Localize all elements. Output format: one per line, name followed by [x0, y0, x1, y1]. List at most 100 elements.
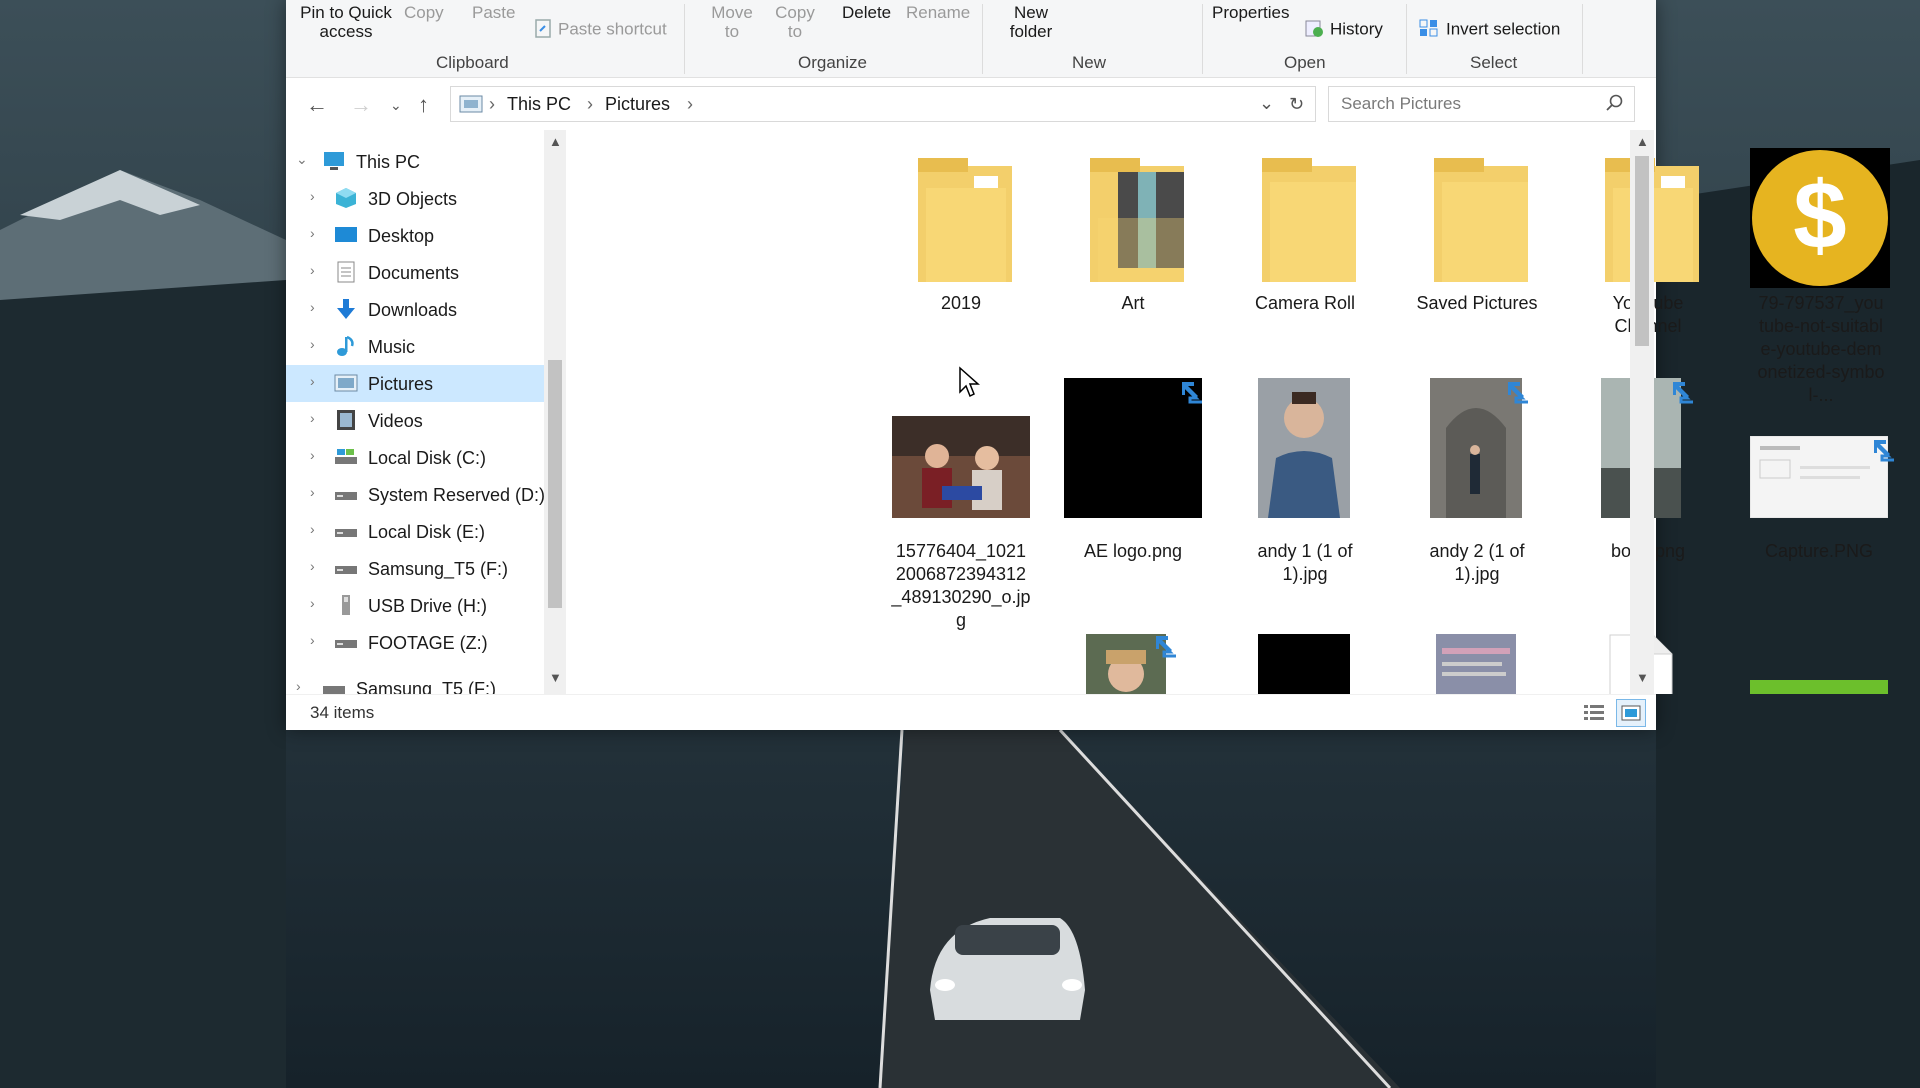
sidebar-item-label: Samsung_T5 (F:): [356, 679, 497, 694]
folder-icon: [1090, 158, 1184, 282]
sidebar-item-label: Samsung_T5 (F:): [368, 559, 509, 579]
back-arrow-icon[interactable]: ←: [306, 92, 328, 118]
chevron-right-icon[interactable]: ›: [310, 225, 315, 241]
chevron-right-icon[interactable]: ›: [310, 188, 315, 204]
file-explorer-window: Pin to Quick access Copy Paste Paste sho…: [286, 0, 1894, 730]
green-image-thumbnail: [1750, 680, 1888, 694]
sidebar-item-documents[interactable]: › Documents: [286, 254, 544, 291]
sidebar-item-desktop[interactable]: › Desktop: [286, 217, 544, 254]
chevron-right-icon[interactable]: ›: [310, 262, 315, 278]
paste-shortcut-label: Paste shortcut: [558, 19, 667, 39]
file-item-label: andy 1 (1 of 1).jpg: [1257, 541, 1353, 584]
sidebar-item-usb-drive-h[interactable]: › USB Drive (H:): [286, 587, 544, 624]
forward-arrow-icon[interactable]: →: [350, 92, 372, 118]
chevron-right-icon[interactable]: ›: [310, 484, 315, 500]
file-item-label: Saved Pictures: [1416, 293, 1538, 313]
breadcrumb-this-pc[interactable]: This PC: [507, 94, 571, 115]
scrollbar-thumb[interactable]: [548, 360, 562, 608]
chevron-right-icon[interactable]: ›: [310, 410, 315, 426]
chevron-right-icon[interactable]: ›: [310, 299, 315, 315]
download-icon: [334, 298, 358, 320]
sidebar-item-label: Local Disk (C:): [368, 448, 487, 468]
invert-selection-icon: [1418, 18, 1440, 42]
address-dropdown-chevron-icon[interactable]: ⌄: [1259, 93, 1274, 114]
recent-locations-chevron-icon[interactable]: ⌄: [390, 97, 402, 114]
sidebar-item-system-reserved-d[interactable]: › System Reserved (D:): [286, 476, 544, 513]
copy-button[interactable]: Copy: [404, 3, 444, 22]
paste-button[interactable]: Paste: [472, 3, 515, 22]
history-button[interactable]: History: [1304, 18, 1383, 42]
delete-button[interactable]: Delete: [842, 3, 891, 22]
drive-icon: [334, 483, 358, 505]
paste-shortcut-icon: [534, 18, 552, 42]
chevron-down-icon[interactable]: ⌄: [296, 151, 308, 168]
sidebar-item-this-pc[interactable]: ⌄ This PC: [286, 143, 544, 180]
sidebar-item-samsung-t5-f-secondary[interactable]: › Samsung_T5 (F:): [286, 670, 544, 694]
sidebar-item-label: System Reserved (D:): [368, 485, 544, 505]
sidebar-item-label: Pictures: [368, 374, 434, 394]
chevron-right-icon[interactable]: ›: [310, 558, 315, 574]
ribbon-divider: [982, 4, 983, 74]
copy-to-button[interactable]: Copy to: [770, 3, 820, 41]
sidebar-item-videos[interactable]: › Videos: [286, 402, 544, 439]
paste-shortcut-button[interactable]: Paste shortcut: [534, 18, 667, 42]
ribbon-group-label: Clipboard: [436, 53, 509, 72]
sidebar-item-music[interactable]: › Music: [286, 328, 544, 365]
chevron-right-icon[interactable]: ›: [296, 678, 301, 694]
navigation-pane: ⌄ This PC › 3D Objects › Desktop › Docum…: [286, 130, 544, 694]
chevron-right-icon[interactable]: ›: [310, 632, 315, 648]
sidebar-item-3d-objects[interactable]: › 3D Objects: [286, 180, 544, 217]
file-list-view: 2019 Art Camera Roll Saved Pictures $ 79…: [586, 130, 1916, 694]
up-arrow-icon[interactable]: ↑: [418, 92, 429, 118]
sidebar-item-samsung-t5-f[interactable]: › Samsung_T5 (F:): [286, 550, 544, 587]
ribbon-divider: [1582, 4, 1583, 74]
refresh-icon[interactable]: ↻: [1289, 94, 1304, 115]
search-icon[interactable]: [1606, 94, 1624, 117]
folder-icon: [1605, 158, 1699, 282]
group-photo-thumbnail: [892, 416, 1030, 518]
search-box[interactable]: [1328, 86, 1635, 122]
address-bar[interactable]: › This PC › Pictures › ⌄ ↻: [450, 86, 1316, 122]
sidebar-item-downloads[interactable]: › Downloads: [286, 291, 544, 328]
sidebar-item-local-disk-c[interactable]: › Local Disk (C:): [286, 439, 544, 476]
invert-selection-button[interactable]: Invert selection: [1418, 18, 1560, 42]
new-folder-button[interactable]: New folder: [996, 3, 1066, 41]
chevron-right-icon[interactable]: ›: [310, 521, 315, 537]
search-input[interactable]: [1341, 94, 1601, 114]
details-view-icon[interactable]: [1582, 701, 1606, 728]
ribbon-group-label: Organize: [798, 53, 867, 72]
chevron-right-icon[interactable]: ›: [310, 595, 315, 611]
pin-to-quick-access-button[interactable]: Pin to Quick access: [296, 3, 396, 41]
rename-button[interactable]: Rename: [906, 3, 970, 22]
pictures-icon: [334, 372, 358, 394]
large-icons-view-icon[interactable]: [1616, 699, 1646, 727]
file-list-scrollbar[interactable]: ▲ ▼: [1630, 130, 1654, 694]
chevron-right-icon[interactable]: ›: [310, 336, 315, 352]
navigation-pane-scrollbar[interactable]: ▲ ▼: [544, 130, 566, 694]
sync-arrows-icon: [1874, 440, 1894, 462]
scroll-up-arrow-icon[interactable]: ▲: [1636, 134, 1649, 149]
folder-icon: [1434, 158, 1528, 282]
scroll-down-arrow-icon[interactable]: ▼: [1636, 670, 1649, 685]
sync-arrows-icon: [1673, 382, 1693, 404]
scroll-down-arrow-icon[interactable]: ▼: [549, 670, 562, 685]
screenshot-thumbnail: [1750, 436, 1888, 518]
drive-icon: [334, 446, 358, 468]
sidebar-item-local-disk-e[interactable]: › Local Disk (E:): [286, 513, 544, 550]
breadcrumb-pictures[interactable]: Pictures: [605, 94, 670, 115]
file-item-label: 2019: [940, 293, 982, 313]
sidebar-item-pictures[interactable]: › Pictures: [286, 365, 544, 402]
properties-button[interactable]: Properties: [1212, 3, 1289, 22]
dollar-image-thumbnail: $: [1750, 148, 1890, 288]
sidebar-item-footage-z[interactable]: › FOOTAGE (Z:): [286, 624, 544, 661]
chevron-right-icon[interactable]: ›: [310, 373, 315, 389]
scrollbar-thumb[interactable]: [1635, 156, 1649, 346]
sidebar-item-label: Documents: [368, 263, 460, 283]
chevron-right-icon[interactable]: ›: [310, 447, 315, 463]
status-bar: 34 items: [286, 694, 1656, 730]
scroll-up-arrow-icon[interactable]: ▲: [549, 134, 562, 149]
drive-icon: [334, 557, 358, 579]
sidebar-item-label: Videos: [368, 411, 423, 431]
dark-image-thumbnail: [1258, 634, 1350, 694]
move-to-button[interactable]: Move to: [702, 3, 762, 41]
